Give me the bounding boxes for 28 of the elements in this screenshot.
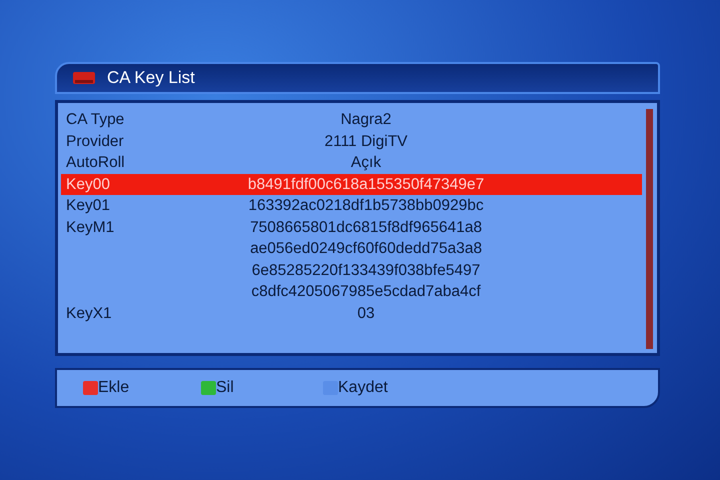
card-icon [73, 72, 95, 84]
key-label: Key00 [66, 174, 111, 194]
key-value: ae056ed0249cf60f60dedd75a3a8 [250, 239, 482, 259]
key-hint: Ekle [98, 378, 130, 398]
key-label: KeyX1 [66, 304, 113, 324]
key-label: AutoRoll [66, 153, 126, 173]
list-row[interactable]: KeyM1 7508665801dc6815f8df965641a8 ae056ed0249cf60f60dedd75a3a8 6e85285220f133439f038bfe5497 c8dfc4205067985e5cdad7aba4cf [61, 216, 642, 302]
key-label: CA Type [66, 110, 126, 130]
list-row[interactable]: Key01 163392ac0218df1b5738bb0929bc [61, 195, 642, 216]
list-row[interactable]: Provider 2111 DigiTV [61, 130, 642, 152]
list-row[interactable]: CA Type Nagra2 [61, 109, 642, 130]
key-value: Açık [350, 153, 382, 173]
key-label: Provider [66, 132, 125, 152]
key-value: c8dfc4205067985e5cdad7aba4cf [251, 282, 481, 302]
key-value: Nagra2 [340, 110, 392, 130]
key-value: 163392ac0218df1b5738bb0929bc [248, 196, 484, 216]
key-hint: Kaydet [338, 378, 388, 398]
key-value: 2111 DigiTV [324, 132, 408, 152]
key-hint: Sil [216, 378, 234, 398]
key-label: KeyM1 [66, 218, 116, 238]
key-value: 7508665801dc6815f8df965641a8 [250, 218, 482, 238]
key-label: Key01 [66, 196, 111, 216]
key-value: b8491fdf00c618a155350f47349e7 [248, 174, 484, 194]
list-row[interactable]: KeyX1 03 [61, 302, 642, 324]
key-value: 6e85285220f133439f038bfe5497 [252, 260, 480, 280]
key-value: 03 [357, 304, 375, 324]
list-row[interactable]: AutoRoll Açık [61, 152, 642, 174]
window-title: CA Key List [107, 67, 195, 90]
